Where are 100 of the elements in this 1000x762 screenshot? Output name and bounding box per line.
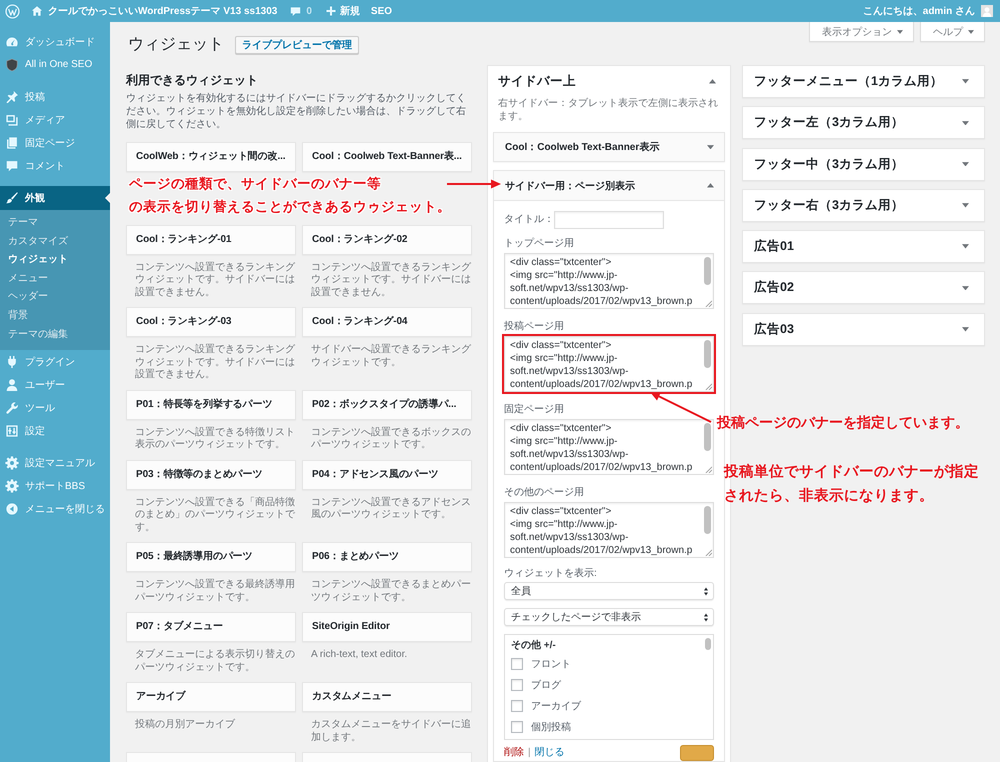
widget-description: コンテンツへ設置できるランキングウィジェットです。サイドバーには設置できません。 — [134, 342, 296, 382]
title-input[interactable] — [554, 211, 664, 229]
checkbox[interactable] — [511, 720, 523, 732]
scrollbar-thumb[interactable] — [704, 423, 711, 451]
speech-bubble-icon[interactable] — [290, 6, 302, 16]
widget-title[interactable]: カスタムメニュー — [302, 682, 472, 712]
logo-icon[interactable] — [5, 4, 20, 18]
widget-header[interactable]: サイドバー用：ページ別表示 — [494, 171, 724, 200]
live-preview-button[interactable]: ライブプレビューで管理 — [235, 36, 359, 54]
field-label: その他のページ用 — [504, 487, 584, 499]
plug-icon — [5, 354, 19, 369]
field-label: タイトル： — [504, 214, 554, 226]
widget-area-header[interactable]: フッター右（3カラム用） — [742, 188, 985, 222]
person-icon — [5, 378, 19, 392]
widget-area-header[interactable]: フッターメニュー（1カラム用） — [742, 65, 985, 98]
comment-count: 0 — [306, 6, 312, 16]
widget-description: コンテンツへ設置できるランキングウィジェットです。サイドバーには設置できません。 — [134, 260, 296, 300]
caret-icon — [897, 30, 903, 34]
avatar-icon[interactable] — [981, 5, 993, 17]
widget-title[interactable]: P07：タブメニュー — [126, 612, 296, 642]
caret-icon — [968, 30, 974, 34]
gallery-icon — [5, 112, 19, 126]
annotation-text: 投稿ページのバナーを指定しています。 — [717, 413, 969, 432]
widget-title[interactable]: P02：ボックスタイプの誘導パ... — [302, 390, 472, 420]
widget-title[interactable]: Cool：ランキング-03 — [126, 307, 296, 337]
scrollbar-thumb[interactable] — [704, 257, 711, 285]
scrollbar-thumb[interactable] — [704, 506, 711, 534]
widget-description: コンテンツへ設置できる「商品特徴のまとめ」のパーツウィジェットです。 — [134, 496, 296, 534]
widget-title[interactable]: P06：まとめパーツ — [302, 542, 472, 572]
dropdown-button[interactable]: 表示オプション — [809, 22, 914, 42]
pages-icon — [5, 136, 19, 150]
list-heading: その他 +/- — [511, 639, 556, 653]
section-description: ウィジェットを有効化するにはサイドバーにドラッグするかクリックしてください。ウィジェットを無効化し設定を削除したい場合は、ドラッグして右側に戻してください。 — [126, 92, 467, 131]
widget-description: 投稿の月別アーカイブ — [134, 718, 236, 732]
checkbox[interactable] — [511, 658, 523, 670]
widget-description: コンテンツへ設置できるまとめパーツウィジェットです。 — [310, 578, 472, 604]
widget-description: コンテンツへ設置できるアドセンス風のパーツウィジェットです。 — [310, 496, 472, 522]
widget-title[interactable]: P01：特長等を列挙するパーツ — [126, 390, 296, 420]
widget-title[interactable]: P04：アドセンス風のパーツ — [302, 460, 472, 490]
home-icon[interactable] — [31, 5, 43, 17]
pin-icon — [5, 90, 19, 104]
wrench-icon — [5, 400, 19, 415]
text-area[interactable]: <div class="txtcenter"> <img src="http://www.jp- soft.net/wpv13/ss1303/wp- content/uploads/2017/02/wpv13_brown.p — [504, 336, 714, 392]
field-label: トップページ用 — [504, 238, 574, 250]
widget-title[interactable]: CoolWeb：ウィジェット間の改... — [126, 142, 296, 172]
widget-title[interactable]: Cool：ランキング-02 — [302, 224, 472, 254]
resize-grip-icon[interactable] — [705, 466, 712, 473]
checkbox-label: フロント — [531, 658, 571, 670]
widget-title[interactable]: P05：最終誘導用のパーツ — [126, 542, 296, 572]
delete-link[interactable]: 削除 — [504, 747, 524, 759]
widget-header[interactable]: Cool：Coolweb Text-Banner表示 — [493, 132, 725, 162]
primary-button[interactable] — [680, 745, 714, 761]
area-description: 右サイドバー：タブレット表示で左側に表示されます。 — [497, 97, 719, 123]
resize-grip-icon[interactable] — [705, 300, 712, 307]
select-field[interactable]: チェックしたページで非表示 — [504, 608, 714, 626]
select-arrows-icon — [704, 612, 708, 622]
widget-area-header[interactable]: 広告02 — [742, 271, 985, 304]
widget-title[interactable]: Cool：ランキング-04 — [302, 307, 472, 337]
resize-grip-icon[interactable] — [705, 383, 712, 390]
dropdown-button[interactable]: ヘルプ — [920, 22, 985, 42]
widget-title[interactable]: SiteOrigin Editor — [302, 612, 472, 642]
gear-icon — [5, 478, 19, 493]
checkbox[interactable] — [511, 678, 523, 690]
widget-area-header[interactable]: サイドバー上 — [493, 66, 725, 97]
checkbox-label: アーカイブ — [531, 700, 581, 712]
text-area[interactable]: <div class="txtcenter"> <img src="http://www.jp- soft.net/wpv13/ss1303/wp- content/uploads/2017/02/wpv13_brown.p — [504, 253, 714, 309]
widget-title[interactable]: P03：特徴等のまとめパーツ — [126, 460, 296, 490]
widget-description: コンテンツへ設置できるランキングウィジェットです。サイドバーには設置できません。 — [310, 260, 472, 300]
widget-area-header[interactable]: 広告03 — [742, 312, 985, 346]
plus-icon[interactable] — [326, 6, 336, 16]
widget-description: コンテンツへ設置できる特徴リスト表示のパーツウィジェットです。 — [134, 426, 296, 452]
widget-description: A rich-text, text editor. — [310, 648, 408, 662]
widget-description: タブメニューによる表示切り替えのパーツウィジェットです。 — [134, 648, 296, 674]
widget-title[interactable]: Cool：ランキング-01 — [126, 224, 296, 254]
widget-area-header[interactable]: フッター中（3カラム用） — [742, 148, 985, 181]
sliders-icon — [5, 424, 19, 438]
link-separator: | — [528, 747, 531, 759]
text-area[interactable]: <div class="txtcenter"> <img src="http://www.jp- soft.net/wpv13/ss1303/wp- content/uploads/2017/02/wpv13_brown.p — [504, 502, 714, 558]
field-label: 固定ページ用 — [504, 404, 564, 416]
menu-item[interactable]: 外観 — [0, 186, 110, 210]
text-area[interactable]: <div class="txtcenter"> <img src="http://www.jp- soft.net/wpv13/ss1303/wp- content/uploads/2017/02/wpv13_brown.p — [504, 419, 714, 475]
scrollbar-thumb[interactable] — [704, 340, 711, 368]
widget-area-header[interactable]: フッター左（3カラム用） — [742, 106, 985, 140]
shield-icon — [5, 58, 19, 72]
annotation-text: 投稿単位でサイドバーのバナーが指定 されたら、非表示になります。 — [724, 462, 979, 506]
checkbox-label: 個別投稿 — [531, 720, 571, 734]
widget-description: コンテンツへ設置できる最終誘導用パーツウィジェットです。 — [134, 578, 296, 604]
resize-grip-icon[interactable] — [705, 549, 712, 556]
select-field[interactable]: 全員 — [504, 582, 714, 600]
widget-description: カスタムメニューをサイドバーに追加します。 — [310, 718, 472, 744]
widget-description: コンテンツへ設置できるボックスのパーツウィジェットです。 — [310, 426, 472, 452]
select-arrows-icon — [704, 586, 708, 596]
checkbox[interactable] — [511, 700, 523, 712]
speech-bubble-icon — [5, 158, 19, 172]
widget-title[interactable]: Cool：Coolweb Text-Banner表... — [302, 142, 472, 172]
widget-area-header[interactable]: 広告01 — [742, 230, 985, 264]
close-link[interactable]: 閉じる — [534, 747, 565, 759]
widget-title[interactable]: アーカイブ — [126, 682, 296, 712]
scrollbar-thumb[interactable] — [705, 638, 711, 650]
field-label: ウィジェットを表示: — [504, 568, 597, 580]
